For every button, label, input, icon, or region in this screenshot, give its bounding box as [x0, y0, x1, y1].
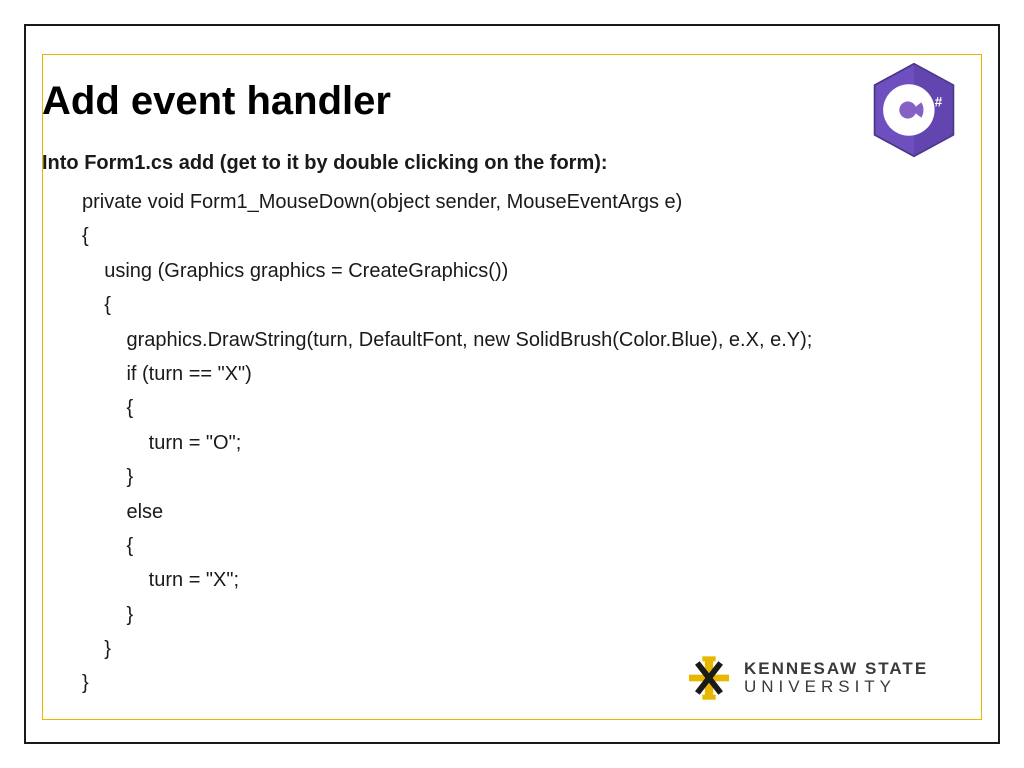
slide-title: Add event handler — [42, 78, 982, 124]
ksu-seal-icon — [684, 653, 734, 703]
slide-content: Add event handler Into Form1.cs add (get… — [42, 78, 982, 720]
ksu-logo: KENNESAW STATE UNIVERSITY — [684, 648, 964, 708]
ksu-name-line1: KENNESAW STATE — [744, 660, 928, 678]
code-snippet: private void Form1_MouseDown(object send… — [42, 185, 982, 701]
lead-instruction: Into Form1.cs add (get to it by double c… — [42, 152, 982, 175]
ksu-name-line2: UNIVERSITY — [744, 678, 928, 696]
